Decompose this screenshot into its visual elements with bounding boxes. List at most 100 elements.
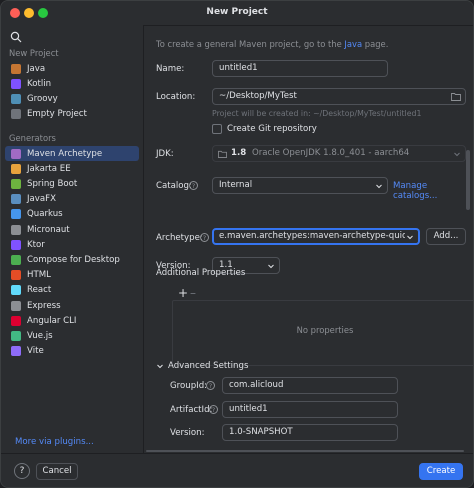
sidebar-item-groovy[interactable]: Groovy (5, 91, 139, 106)
html-icon (11, 270, 21, 281)
no-properties-text: No properties (296, 325, 354, 335)
name-field[interactable]: untitled1 (212, 60, 388, 77)
jakarta-icon (11, 163, 21, 174)
remove-property-icon[interactable]: – (190, 287, 196, 299)
create-git-checkbox[interactable] (212, 124, 222, 134)
vue-icon (11, 330, 21, 341)
add-property-icon[interactable]: + (178, 287, 188, 299)
chevron-down-icon (407, 235, 413, 240)
advanced-settings-toggle[interactable]: Advanced Settings (168, 361, 248, 371)
window-title: New Project (206, 7, 268, 17)
project-settings-panel: To create a general Maven project, go to… (144, 25, 473, 453)
manage-catalogs-link[interactable]: Manage catalogs... (393, 181, 473, 201)
adv-version-field[interactable]: 1.0-SNAPSHOT (222, 424, 398, 441)
properties-table: No properties (172, 300, 473, 366)
groupid-label: GroupId: (170, 381, 208, 391)
maven-hint: To create a general Maven project, go to… (156, 39, 388, 49)
sidebar-item-label: Spring Boot (27, 178, 78, 189)
sidebar-item-vite[interactable]: Vite (5, 344, 139, 359)
location-value: ~/Desktop/MyTest (219, 91, 297, 101)
more-via-plugins-link[interactable]: More via plugins... (15, 437, 94, 447)
catalog-value: Internal (219, 180, 253, 190)
create-button[interactable]: Create (419, 463, 463, 480)
sidebar-item-quarkus[interactable]: Quarkus (5, 207, 139, 222)
sidebar-item-label: React (27, 285, 52, 296)
catalog-label: Catalog: (156, 181, 192, 191)
vite-icon (11, 346, 21, 357)
micronaut-icon (11, 224, 21, 235)
sidebar-item-express[interactable]: Express (5, 298, 139, 313)
sidebar-item-label: Angular CLI (27, 315, 77, 326)
sidebar-item-javafx[interactable]: JavaFX (5, 192, 139, 207)
maven-icon (11, 148, 21, 159)
cancel-button[interactable]: Cancel (36, 463, 78, 480)
sidebar-item-label: Ktor (27, 239, 45, 250)
sidebar-item-label: Java (27, 63, 46, 74)
java-icon (11, 63, 21, 74)
location-label: Location: (156, 92, 196, 102)
additional-properties-title: Additional Properties (156, 268, 246, 278)
horizontal-scrollbar[interactable] (146, 450, 464, 452)
sidebar-item-micronaut[interactable]: Micronaut (5, 222, 139, 237)
hint-suffix: page. (362, 39, 389, 49)
sidebar-item-kotlin[interactable]: Kotlin (5, 76, 139, 91)
search-icon[interactable] (10, 31, 22, 43)
sidebar-item-html[interactable]: HTML (5, 268, 139, 283)
jdk-label: JDK: (156, 149, 174, 159)
sidebar-item-angular-cli[interactable]: Angular CLI (5, 313, 139, 328)
groupid-field[interactable]: com.alicloud (222, 377, 398, 394)
artifactid-field[interactable]: untitled1 (222, 401, 398, 418)
java-page-link[interactable]: Java (344, 39, 362, 49)
new-project-dialog: New Project New Project Java Kotlin Groovy… (0, 0, 474, 488)
sidebar-item-ktor[interactable]: Ktor (5, 237, 139, 252)
artifactid-help-icon[interactable]: ? (209, 405, 218, 414)
chevron-down-icon[interactable] (156, 362, 164, 370)
sidebar-item-label: Quarkus (27, 209, 63, 220)
groovy-icon (11, 93, 21, 104)
quarkus-icon (11, 209, 21, 220)
sidebar-item-label: JavaFX (27, 194, 56, 205)
archetype-label: Archetype: (156, 233, 203, 243)
sidebar-item-spring-boot[interactable]: Spring Boot (5, 176, 139, 191)
sidebar-item-label: Vite (27, 346, 44, 357)
sidebar-item-vue-js[interactable]: Vue.js (5, 328, 139, 343)
sidebar-item-maven-archetype[interactable]: Maven Archetype (5, 146, 139, 161)
artifactid-label: ArtifactId: (170, 405, 213, 415)
adv-version-label: Version: (170, 428, 205, 438)
sidebar-item-label: Groovy (27, 93, 58, 104)
sidebar-item-compose-for-desktop[interactable]: Compose for Desktop (5, 252, 139, 267)
angular-icon (11, 315, 21, 326)
express-icon (11, 300, 21, 311)
sidebar-item-label: Express (27, 300, 61, 311)
groupid-help-icon[interactable]: ? (206, 381, 215, 390)
jdk-select[interactable]: 1.8 Oracle OpenJDK 1.8.0_401 - aarch64 (212, 145, 466, 162)
location-hint: Project will be created in: ~/Desktop/My… (212, 109, 422, 118)
help-button[interactable]: ? (14, 463, 30, 479)
chevron-down-icon (268, 264, 274, 269)
location-field[interactable]: ~/Desktop/MyTest (212, 88, 466, 105)
sidebar-item-java[interactable]: Java (5, 61, 139, 76)
sidebar-item-label: Jakarta EE (27, 163, 71, 174)
catalog-select[interactable]: Internal (212, 177, 388, 194)
sidebar-item-jakarta-ee[interactable]: Jakarta EE (5, 161, 139, 176)
sidebar-item-label: Vue.js (27, 330, 53, 341)
kotlin-icon (11, 78, 21, 89)
empty-project-icon (11, 109, 21, 120)
sidebar-item-label: Kotlin (27, 78, 52, 89)
generators-group-label: Generators (9, 133, 56, 143)
folder-icon[interactable] (451, 92, 461, 101)
project-type-sidebar: New Project Java Kotlin Groovy Empty Projec… (1, 25, 144, 453)
jdk-folder-icon (218, 150, 227, 158)
vertical-scrollbar[interactable] (466, 150, 470, 210)
catalog-help-icon[interactable]: ? (189, 181, 198, 190)
add-archetype-button[interactable]: Add... (426, 228, 466, 245)
sidebar-item-label: Compose for Desktop (27, 254, 120, 265)
archetype-help-icon[interactable]: ? (200, 233, 209, 242)
sidebar-item-react[interactable]: React (5, 283, 139, 298)
archetype-select[interactable]: e.maven.archetypes:maven-archetype-quick… (212, 228, 420, 245)
compose-icon (11, 254, 21, 265)
sidebar-item-label: Maven Archetype (27, 148, 103, 159)
dialog-footer: ? Cancel Create (1, 453, 473, 487)
title-bar: New Project (1, 1, 473, 26)
sidebar-item-empty-project[interactable]: Empty Project (5, 107, 139, 122)
